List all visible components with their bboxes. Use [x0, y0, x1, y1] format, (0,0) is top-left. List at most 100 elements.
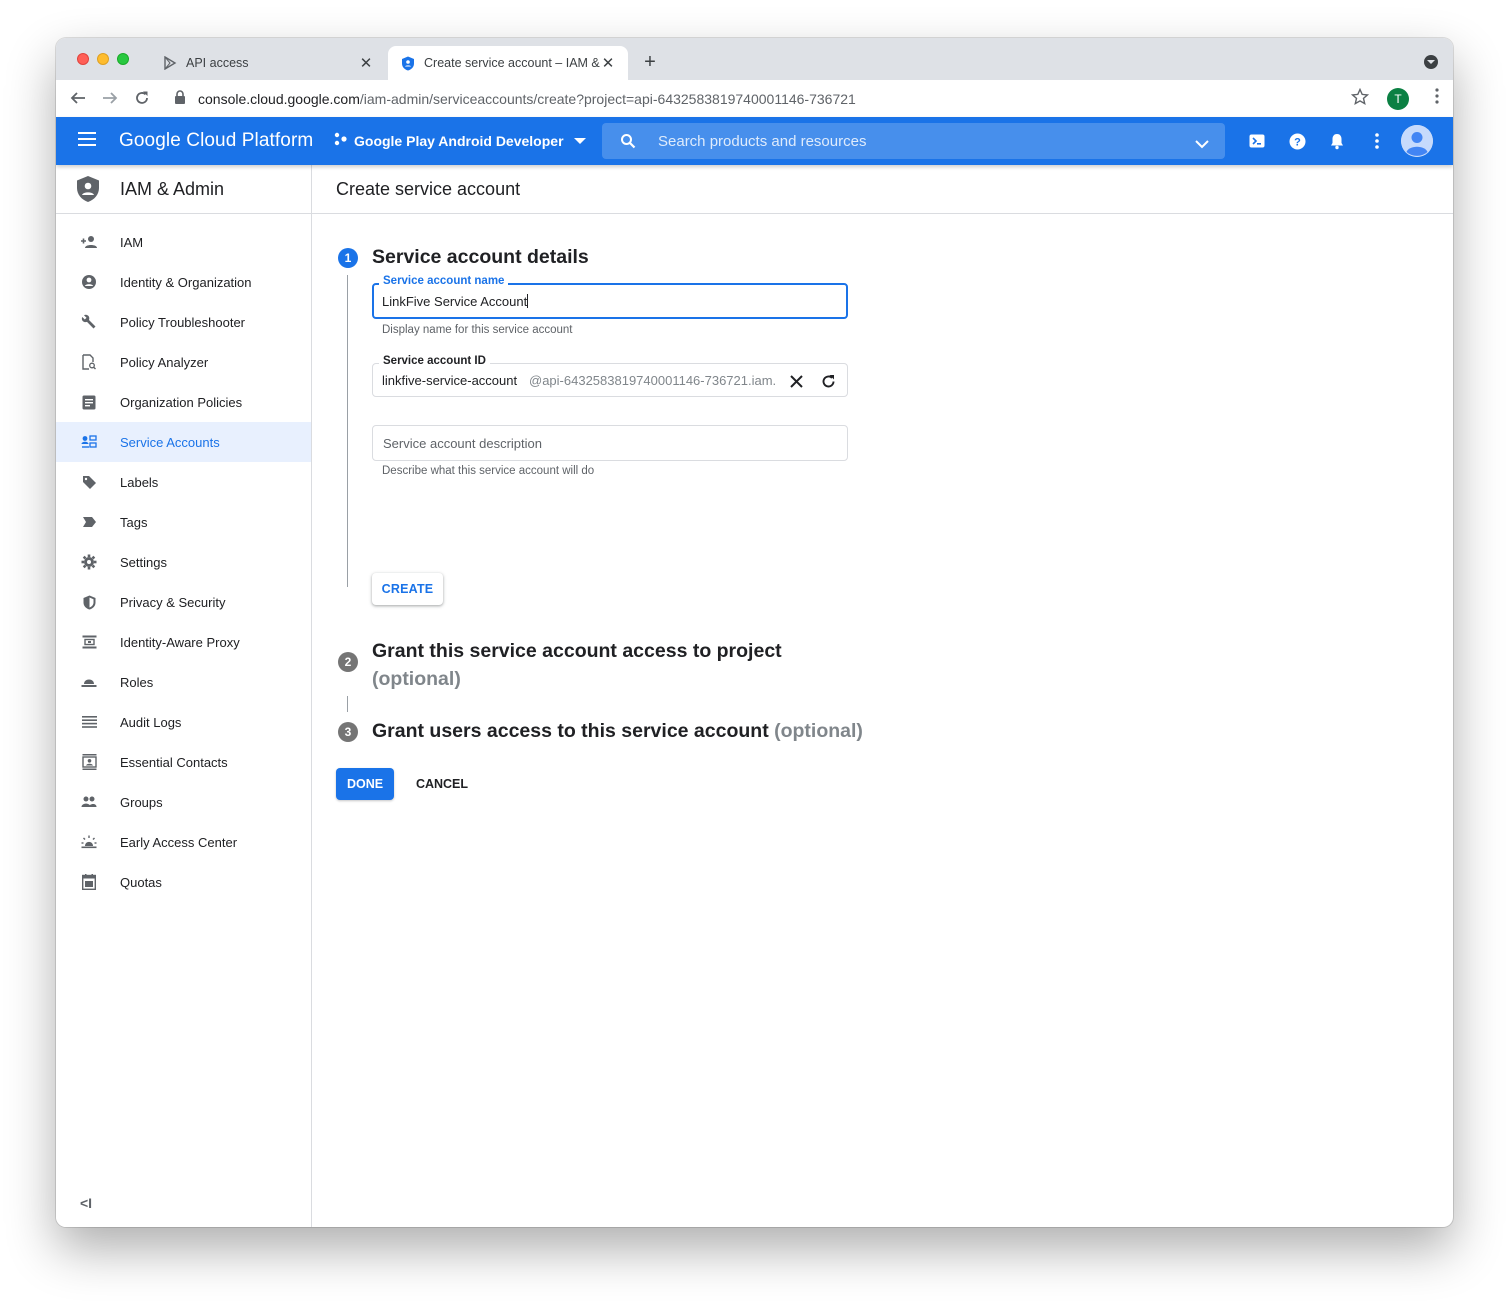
sidebar-item-label: Privacy & Security: [120, 594, 226, 610]
refresh-icon[interactable]: [818, 371, 838, 391]
sidebar-item-settings[interactable]: Settings: [56, 542, 311, 582]
sidebar-item-groups[interactable]: Groups: [56, 782, 311, 822]
cloud-shell-icon[interactable]: [1247, 131, 1267, 151]
account-circle-icon: [80, 273, 98, 291]
tab-create-service-account[interactable]: Create service account – IAM & Admin ✕: [388, 46, 628, 80]
sunrise-icon: [80, 833, 98, 851]
svg-text:?: ?: [1294, 136, 1301, 148]
document-search-icon: [80, 353, 98, 371]
page-title: Create service account: [312, 165, 1453, 214]
sidebar-item-label: Early Access Center: [120, 834, 238, 850]
wrench-icon: [80, 313, 98, 331]
sidebar-item-label: Audit Logs: [120, 714, 182, 730]
field-label: Service account ID: [379, 355, 490, 367]
step-2-number: 2: [338, 652, 358, 672]
proxy-icon: [80, 633, 98, 651]
play-console-icon: [162, 55, 178, 71]
sidebar-item-label: Quotas: [120, 874, 162, 890]
field-value: linkfive-service-account: [382, 373, 518, 388]
sidebar-item-privacy-security[interactable]: Privacy & Security: [56, 582, 311, 622]
sidebar-item-identity-aware-proxy[interactable]: Identity-Aware Proxy: [56, 622, 311, 662]
step-3-title[interactable]: Grant users access to this service accou…: [372, 720, 863, 743]
sidebar-item-label: Groups: [120, 794, 163, 810]
step-1-number: 1: [338, 248, 358, 268]
tab-close-icon[interactable]: ✕: [600, 55, 616, 72]
browser-menu-icon[interactable]: [1435, 88, 1439, 109]
account-avatar[interactable]: [1401, 125, 1433, 157]
project-selector[interactable]: Google Play Android Developer: [334, 132, 586, 149]
sidebar-item-label: Service Accounts: [120, 434, 220, 450]
sidebar-item-label: Settings: [120, 554, 167, 570]
notifications-bell-icon[interactable]: [1327, 131, 1347, 151]
cancel-button[interactable]: CANCEL: [408, 768, 476, 800]
sidebar-item-identity-organization[interactable]: Identity & Organization: [56, 262, 311, 302]
clear-icon[interactable]: [786, 371, 806, 391]
reload-icon[interactable]: [132, 88, 152, 108]
sidebar-item-label: Policy Analyzer: [120, 354, 209, 370]
sidebar-item-policy-analyzer[interactable]: Policy Analyzer: [56, 342, 311, 382]
new-tab-button[interactable]: +: [640, 52, 660, 72]
search-bar[interactable]: Search products and resources: [602, 123, 1225, 159]
sidebar-nav: IAM Identity & Organization Policy Troub…: [56, 214, 311, 902]
address-bar[interactable]: console.cloud.google.com/iam-admin/servi…: [198, 91, 856, 107]
step-title-text: Grant this service account access to pro…: [372, 640, 782, 662]
more-vert-icon[interactable]: [1367, 131, 1387, 151]
iam-shield-icon: [76, 175, 100, 203]
collapse-sidebar-button[interactable]: <I: [80, 1195, 92, 1211]
tab-close-icon[interactable]: ✕: [358, 55, 374, 72]
group-icon: [80, 793, 98, 811]
sidebar-item-label: Tags: [120, 514, 148, 530]
minimize-window-button[interactable]: [97, 53, 109, 65]
tab-api-access[interactable]: API access ✕: [150, 46, 386, 80]
lock-icon[interactable]: [174, 90, 186, 109]
field-helper-text: Describe what this service account will …: [382, 465, 595, 477]
back-icon[interactable]: [68, 88, 88, 108]
maximize-window-button[interactable]: [117, 53, 129, 65]
chevron-down-icon: [573, 137, 586, 144]
forward-icon[interactable]: [100, 88, 120, 108]
search-placeholder: Search products and resources: [658, 133, 867, 150]
sidebar-item-label: IAM: [120, 234, 144, 250]
step-1-title[interactable]: Service account details: [372, 246, 589, 269]
sidebar-item-early-access-center[interactable]: Early Access Center: [56, 822, 311, 862]
search-icon: [620, 133, 636, 154]
hat-icon: [80, 673, 98, 691]
gear-icon: [80, 553, 98, 571]
service-account-id-field[interactable]: Service account ID linkfive-service-acco…: [372, 355, 848, 397]
url-path: /iam-admin/serviceaccounts/create?projec…: [359, 91, 856, 107]
person-add-icon: [80, 233, 98, 251]
field-value-text: LinkFive Service Account: [382, 294, 528, 309]
service-account-icon: [80, 433, 98, 451]
close-window-button[interactable]: [77, 53, 89, 65]
chevron-down-icon[interactable]: [1195, 136, 1209, 154]
gcp-brand[interactable]: Google Cloud Platform: [119, 130, 313, 152]
tab-strip: API access ✕ Create service account – IA…: [56, 38, 1453, 80]
sidebar-item-essential-contacts[interactable]: Essential Contacts: [56, 742, 311, 782]
step-1-connector: [347, 275, 348, 587]
optional-label: (optional): [372, 668, 461, 690]
tab-search-icon[interactable]: [1424, 55, 1438, 69]
service-account-name-field[interactable]: Service account name LinkFive Service Ac…: [372, 275, 848, 319]
sidebar-item-service-accounts[interactable]: Service Accounts: [56, 422, 311, 462]
sidebar-header: IAM & Admin: [56, 165, 311, 214]
sidebar-item-audit-logs[interactable]: Audit Logs: [56, 702, 311, 742]
hamburger-menu-icon[interactable]: [78, 132, 96, 151]
help-icon[interactable]: ?: [1287, 131, 1307, 151]
field-suffix: @api-6432583819740001146-736721.iam.: [529, 373, 777, 388]
sidebar-item-labels[interactable]: Labels: [56, 462, 311, 502]
field-value: LinkFive Service Account: [382, 294, 529, 309]
sidebar-title: IAM & Admin: [120, 178, 225, 199]
sidebar-item-iam[interactable]: IAM: [56, 222, 311, 262]
sidebar-item-quotas[interactable]: Quotas: [56, 862, 311, 902]
step-2-title[interactable]: Grant this service account access to pro…: [372, 637, 802, 693]
browser-profile-avatar[interactable]: T: [1387, 88, 1409, 110]
create-button[interactable]: CREATE: [372, 573, 443, 605]
done-button[interactable]: DONE: [336, 768, 394, 800]
sidebar-item-policy-troubleshooter[interactable]: Policy Troubleshooter: [56, 302, 311, 342]
sidebar-item-organization-policies[interactable]: Organization Policies: [56, 382, 311, 422]
sidebar-item-roles[interactable]: Roles: [56, 662, 311, 702]
sidebar-item-label: Identity-Aware Proxy: [120, 634, 240, 650]
service-account-description-field[interactable]: Service account description: [372, 425, 848, 461]
bookmark-star-icon[interactable]: [1350, 87, 1370, 111]
sidebar-item-tags[interactable]: Tags: [56, 502, 311, 542]
